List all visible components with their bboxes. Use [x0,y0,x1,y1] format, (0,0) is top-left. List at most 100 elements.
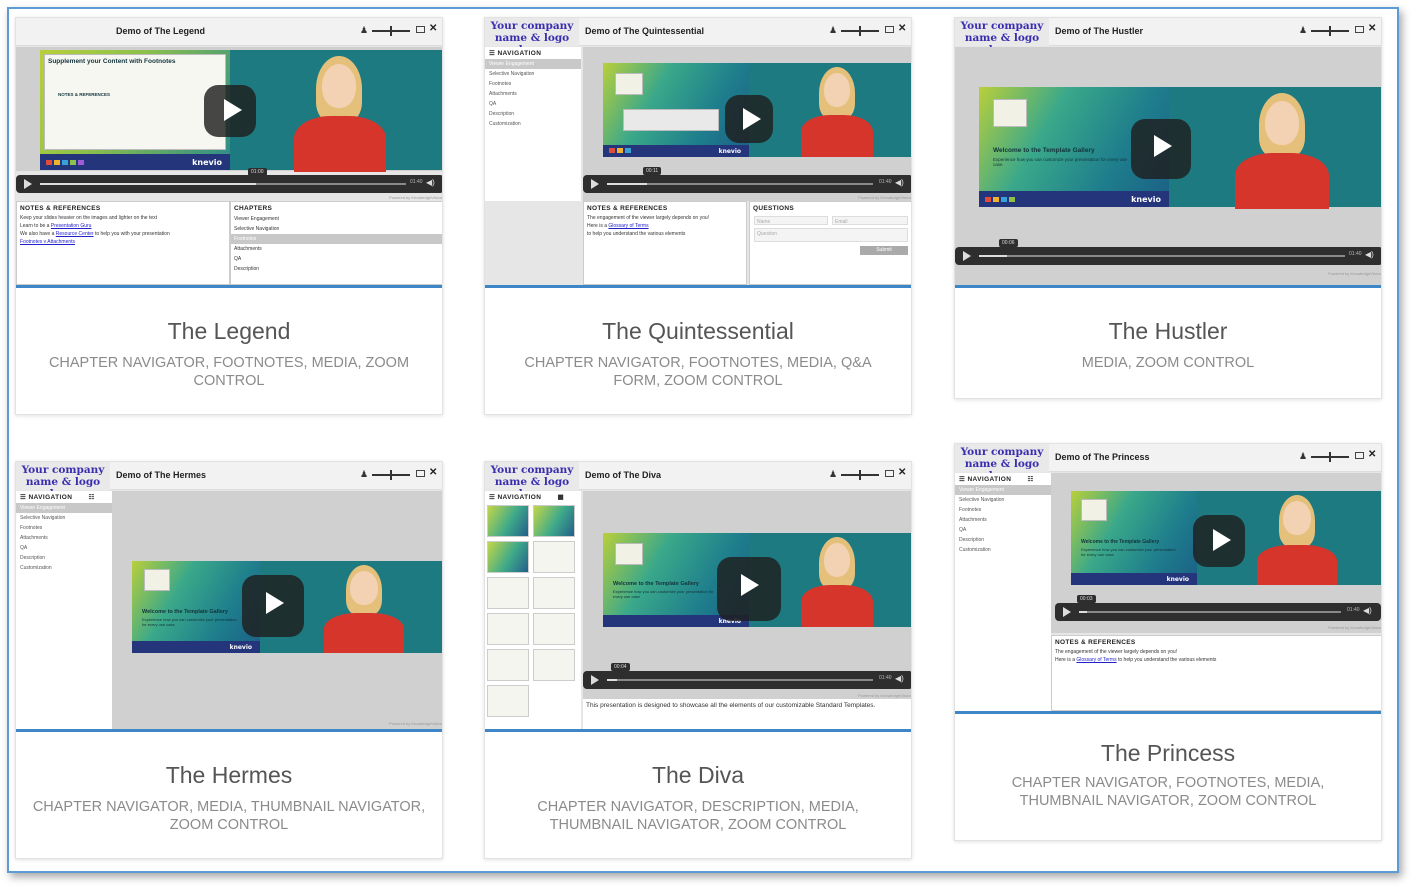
zoom-controls[interactable]: ♟ ✕ [1299,449,1379,464]
chapter-item[interactable]: Selective Navigation [231,224,442,234]
play-overlay-button[interactable] [1131,119,1191,179]
fullscreen-icon[interactable]: ✕ [429,23,437,34]
seek-bar[interactable] [1079,611,1341,613]
nav-item[interactable]: Attachments [485,89,581,99]
email-field[interactable]: Email [832,216,908,225]
menu-icon[interactable]: ☰ [489,50,495,57]
media-player-bar[interactable]: 01:40 ◀) [16,175,442,193]
nav-item-selected[interactable]: Viewer Engagement [955,485,1051,495]
play-overlay-button[interactable] [725,95,773,143]
nav-item-selected[interactable]: Viewer Engagement [485,59,581,69]
menu-icon[interactable]: ☰ [959,476,965,483]
nav-item[interactable]: Footnotes [16,523,112,533]
slide-thumbnail[interactable] [533,577,575,609]
chapter-item[interactable]: Description [231,264,442,274]
zoom-slider[interactable] [841,26,879,36]
card-title[interactable]: The Diva [485,762,911,789]
nav-item[interactable]: Attachments [955,515,1051,525]
template-card-princess[interactable]: Your company name & logo here Demo of Th… [954,443,1382,841]
slide-thumbnail[interactable] [487,649,529,681]
slide-thumbnail[interactable] [533,613,575,645]
nav-item[interactable]: Customization [16,563,112,573]
nav-item[interactable]: Description [955,535,1051,545]
nav-item[interactable]: Selective Navigation [485,69,581,79]
chapter-item[interactable]: QA [231,254,442,264]
note-link[interactable]: Presentation Guru [51,223,92,229]
chapter-item[interactable]: Attachments [231,244,442,254]
list-view-icon[interactable]: ☷ [89,494,95,501]
fullscreen-icon[interactable]: ✕ [898,467,906,478]
fullscreen-icon[interactable]: ✕ [1368,449,1376,460]
template-card-legend[interactable]: Demo of The Legend ♟ ✕ Supplement your Co… [15,17,443,415]
slide-thumbnail[interactable] [487,577,529,609]
nav-item[interactable]: Footnotes [485,79,581,89]
note-link[interactable]: Footnotes v Attachments [17,238,229,246]
play-overlay-button[interactable] [242,575,304,637]
play-overlay-button[interactable] [717,557,781,621]
slide-thumbnail[interactable] [487,685,529,717]
play-overlay-button[interactable] [204,85,256,137]
zoom-slider[interactable] [1311,452,1349,462]
menu-icon[interactable]: ☰ [20,494,26,501]
nav-item[interactable]: Customization [485,119,581,129]
nav-item[interactable]: QA [16,543,112,553]
zoom-controls[interactable]: ♟ ✕ [829,467,909,482]
play-overlay-button[interactable] [1193,515,1245,567]
card-title[interactable]: The Quintessential [485,318,911,345]
name-field[interactable]: Name [754,216,828,225]
image-icon[interactable] [885,470,894,477]
nav-item[interactable]: Selective Navigation [16,513,112,523]
seek-bar[interactable] [979,255,1345,257]
play-button[interactable] [591,675,599,685]
nav-item[interactable]: Customization [955,545,1051,555]
fullscreen-icon[interactable]: ✕ [898,23,906,34]
image-icon[interactable] [1355,452,1364,459]
card-title[interactable]: The Hermes [16,762,442,789]
play-button[interactable] [963,251,971,261]
zoom-controls[interactable]: ♟ ✕ [360,23,440,38]
volume-icon[interactable]: ◀) [1365,250,1374,259]
play-button[interactable] [591,179,599,189]
note-link[interactable]: Glossary of Terms [1076,657,1116,663]
slide-thumbnail[interactable] [533,541,575,573]
slide-thumbnail[interactable] [533,505,575,537]
play-button[interactable] [24,179,32,189]
zoom-slider[interactable] [1311,26,1349,36]
template-card-hustler[interactable]: Your company name & logo here Demo of Th… [954,17,1382,399]
image-icon[interactable] [416,470,425,477]
nav-item-selected[interactable]: Viewer Engagement [16,503,112,513]
zoom-slider[interactable] [841,470,879,480]
play-button[interactable] [1063,607,1071,617]
media-player-bar[interactable]: 01:40 ◀) [583,671,911,689]
submit-button[interactable]: Submit [860,246,908,255]
zoom-controls[interactable]: ♟ ✕ [360,467,440,482]
volume-icon[interactable]: ◀) [895,674,904,683]
list-view-icon[interactable]: ☷ [1028,476,1034,483]
volume-icon[interactable]: ◀) [895,178,904,187]
seek-bar[interactable] [607,679,873,681]
media-player-bar[interactable]: 01:40 ◀) [1055,603,1381,621]
nav-item[interactable]: Description [485,109,581,119]
zoom-slider[interactable] [372,26,410,36]
template-card-diva[interactable]: Your company name & logo here Demo of Th… [484,461,912,859]
nav-item[interactable]: Selective Navigation [955,495,1051,505]
volume-icon[interactable]: ◀) [426,178,435,187]
slide-thumbnail[interactable] [487,613,529,645]
zoom-slider[interactable] [372,470,410,480]
card-title[interactable]: The Princess [955,740,1381,767]
fullscreen-icon[interactable]: ✕ [1368,23,1376,34]
nav-item[interactable]: Attachments [16,533,112,543]
card-title[interactable]: The Legend [16,318,442,345]
seek-bar[interactable] [607,183,873,185]
fullscreen-icon[interactable]: ✕ [429,467,437,478]
zoom-controls[interactable]: ♟ ✕ [1299,23,1379,38]
grid-view-icon[interactable]: ▦ [558,494,565,501]
media-player-bar[interactable]: 01:40 ◀) [583,175,911,193]
template-card-hermes[interactable]: Your company name & logo here Demo of Th… [15,461,443,859]
nav-item[interactable]: QA [485,99,581,109]
nav-item[interactable]: QA [955,525,1051,535]
slide-thumbnail[interactable] [487,505,529,537]
nav-item[interactable]: Footnotes [955,505,1051,515]
card-title[interactable]: The Hustler [955,318,1381,345]
menu-icon[interactable]: ☰ [489,494,495,501]
